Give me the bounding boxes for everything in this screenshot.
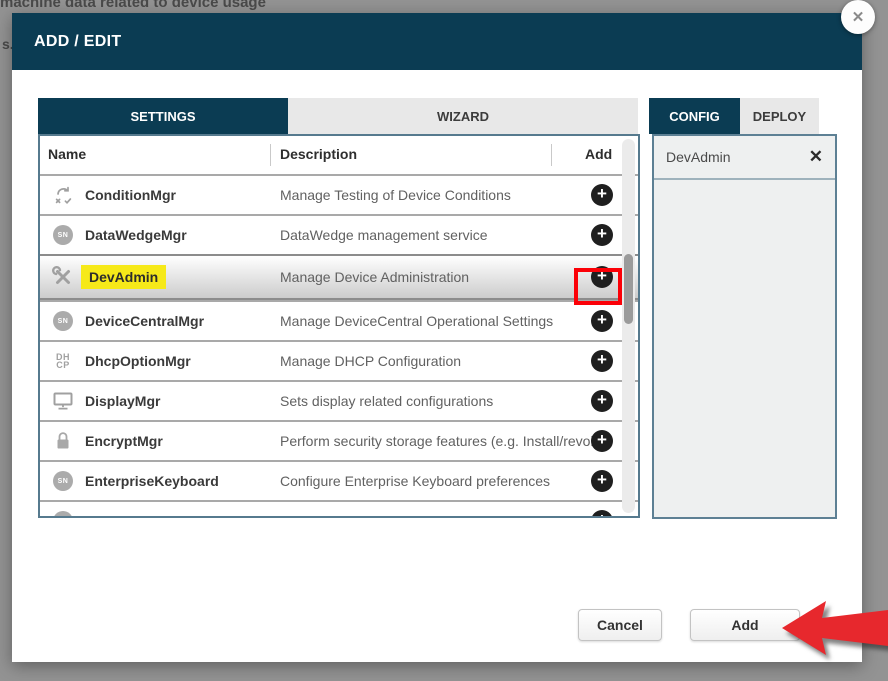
row-description: Manage DHCP Configuration: [280, 353, 461, 369]
add-row-button[interactable]: +: [591, 470, 613, 492]
table-row: SN EthernetMgr Manage Ethernet configura…: [40, 500, 638, 518]
column-divider: [270, 144, 271, 166]
dialog-close-button[interactable]: ✕: [841, 0, 875, 34]
remove-config-icon[interactable]: ✕: [809, 147, 823, 167]
add-row-button[interactable]: +: [591, 184, 613, 206]
row-name-label: DataWedgeMgr: [85, 227, 187, 243]
add-row-button[interactable]: +: [591, 350, 613, 372]
tab-wizard-label: WIZARD: [437, 109, 489, 124]
dhcp-text-icon: DHCP: [50, 353, 76, 369]
row-description: Sets display related configurations: [280, 393, 493, 409]
table-row: SN DeviceCentralMgr Manage DeviceCentral…: [40, 300, 638, 340]
row-name-label: EncryptMgr: [85, 433, 163, 449]
condition-sync-icon: [50, 185, 76, 205]
config-item-label: DevAdmin: [666, 149, 731, 165]
table-row: DevAdmin Manage Device Administration +: [40, 254, 638, 300]
row-description: Manage DeviceCentral Operational Setting…: [280, 313, 553, 329]
add-button-label: Add: [731, 617, 758, 633]
settings-table: Name Description Add ConditionMgr Manage…: [38, 134, 640, 518]
scrollbar-thumb[interactable]: [624, 254, 633, 324]
row-name-label: EnterpriseKeyboard: [85, 473, 219, 489]
table-row: EncryptMgr Perform security storage feat…: [40, 420, 638, 460]
dialog-title: ADD / EDIT: [34, 33, 121, 51]
row-name-label: DeviceCentralMgr: [85, 313, 204, 329]
cancel-button-label: Cancel: [597, 617, 643, 633]
row-description: Manage Testing of Device Conditions: [280, 187, 511, 203]
row-description: Perform security storage features (e.g. …: [280, 433, 597, 449]
column-divider: [551, 144, 552, 166]
close-icon: ✕: [852, 8, 865, 26]
settings-table-body: ConditionMgr Manage Testing of Device Co…: [40, 174, 638, 518]
tab-config[interactable]: CONFIG: [649, 98, 740, 134]
sn-badge-icon: SN: [50, 225, 76, 245]
red-outline-annotation: [574, 268, 622, 305]
add-row-button[interactable]: +: [591, 430, 613, 452]
add-row-button[interactable]: +: [591, 310, 613, 332]
tab-deploy[interactable]: DEPLOY: [740, 98, 819, 134]
row-name-label: DevAdmin: [81, 265, 166, 289]
dialog-header: ADD / EDIT: [12, 13, 862, 70]
row-name-label: DisplayMgr: [85, 393, 160, 409]
table-scrollbar[interactable]: [622, 139, 635, 513]
config-list-panel: DevAdmin ✕: [652, 134, 837, 519]
row-description: Configure Enterprise Keyboard preference…: [280, 473, 550, 489]
tab-config-label: CONFIG: [669, 109, 720, 124]
row-name-label: DhcpOptionMgr: [85, 353, 191, 369]
sn-badge-icon: SN: [50, 471, 76, 491]
cancel-button[interactable]: Cancel: [578, 609, 662, 641]
table-row: DHCP DhcpOptionMgr Manage DHCP Configura…: [40, 340, 638, 380]
table-header: Name Description Add: [40, 136, 638, 174]
row-name-label: EthernetMgr: [85, 513, 167, 518]
table-row: DisplayMgr Sets display related configur…: [40, 380, 638, 420]
monitor-icon: [50, 392, 76, 410]
sn-badge-icon: SN: [50, 511, 76, 518]
tab-settings[interactable]: SETTINGS: [38, 98, 288, 134]
row-description: Manage Device Administration: [280, 269, 469, 285]
tools-icon: [50, 266, 76, 288]
column-header-name: Name: [48, 146, 86, 162]
tab-deploy-label: DEPLOY: [753, 109, 806, 124]
red-arrow-annotation: [776, 597, 888, 659]
row-description: Manage Ethernet configuration: [280, 513, 471, 518]
add-row-button[interactable]: +: [591, 224, 613, 246]
table-row: SN EnterpriseKeyboard Configure Enterpri…: [40, 460, 638, 500]
row-description: DataWedge management service: [280, 227, 488, 243]
tab-wizard[interactable]: WIZARD: [288, 98, 638, 134]
add-row-button[interactable]: +: [591, 510, 613, 518]
table-row: SN DataWedgeMgr DataWedge management ser…: [40, 214, 638, 254]
column-header-add: Add: [585, 146, 612, 162]
config-list-item: DevAdmin ✕: [654, 136, 835, 180]
add-edit-dialog: ADD / EDIT ✕ SETTINGS WIZARD Name Descri…: [12, 13, 862, 662]
add-row-button[interactable]: +: [591, 390, 613, 412]
table-row: ConditionMgr Manage Testing of Device Co…: [40, 174, 638, 214]
row-name-label: ConditionMgr: [85, 187, 176, 203]
sn-badge-icon: SN: [50, 311, 76, 331]
screen: machine data related to device usage s. …: [0, 0, 888, 681]
tab-settings-label: SETTINGS: [130, 109, 195, 124]
column-header-description: Description: [280, 146, 357, 162]
lock-icon: [50, 431, 76, 451]
